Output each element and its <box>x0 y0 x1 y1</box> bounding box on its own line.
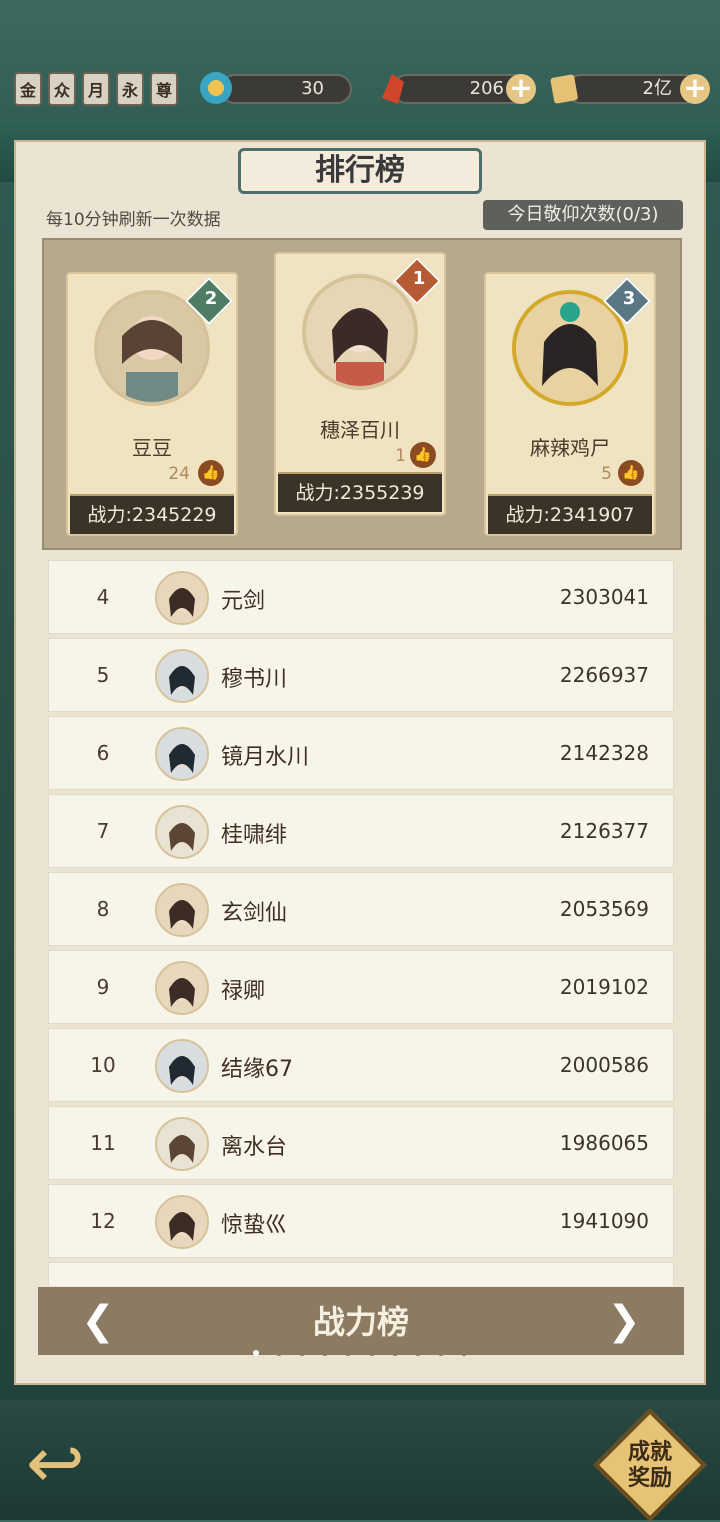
rank-number: 10 <box>90 1053 116 1077</box>
avatar <box>155 1039 209 1093</box>
power-value: 2000586 <box>559 1053 649 1077</box>
back-arrow-icon[interactable]: ↩ <box>26 1418 156 1508</box>
avatar <box>155 883 209 937</box>
like-icon[interactable]: 👍 <box>410 442 436 468</box>
table-row[interactable]: 10 结缘67 2000586 <box>48 1028 674 1102</box>
player-name: 桂啸绯 <box>221 823 288 848</box>
player-name: 元剑 <box>221 589 266 614</box>
avatar <box>155 1195 209 1249</box>
podium-card-first[interactable]: 1 穗泽百川 1 👍 战力:2355239 <box>274 252 446 516</box>
table-row[interactable]: 11 离水台 1986065 <box>48 1106 674 1180</box>
table-row[interactable]: 5 穆书川 2266937 <box>48 638 674 712</box>
resource-bar: 金 众 月 永 尊 30 206 + 2亿 + <box>0 62 720 116</box>
avatar <box>155 727 209 781</box>
rank-number: 12 <box>90 1209 116 1233</box>
power-value: 1986065 <box>559 1131 649 1155</box>
power-value: 2053569 <box>559 897 649 921</box>
badge-5[interactable]: 尊 <box>150 72 178 106</box>
table-row[interactable]: 7 桂啸绯 2126377 <box>48 794 674 868</box>
like-icon[interactable]: 👍 <box>618 460 644 486</box>
player-name: 穆书川 <box>221 667 288 692</box>
refresh-note: 每10分钟刷新一次数据 <box>46 210 221 230</box>
red-gem-icon <box>382 74 404 104</box>
table-row[interactable]: 12 惊蛰巛 1941090 <box>48 1184 674 1258</box>
chevron-right-icon[interactable]: ❯ <box>602 1299 646 1343</box>
power-value: 2266937 <box>559 663 649 687</box>
player-name: 玄剑仙 <box>221 901 288 926</box>
avatar <box>155 805 209 859</box>
power-value: 战力:2355239 <box>278 472 442 512</box>
badge-2[interactable]: 众 <box>48 72 76 106</box>
table-row[interactable]: 8 玄剑仙 2053569 <box>48 872 674 946</box>
rank-number: 3 <box>622 288 636 309</box>
rank-number: 9 <box>96 975 110 999</box>
page-dot[interactable] <box>391 1350 398 1356</box>
add-coin-button[interactable]: + <box>680 74 710 104</box>
achievement-reward-label[interactable]: 成就 奖励 <box>610 1440 690 1492</box>
table-row[interactable]: 4 元剑 2303041 <box>48 560 674 634</box>
power-value: 1941090 <box>559 1209 649 1233</box>
page-dot[interactable] <box>276 1350 283 1356</box>
resource-jade-value: 30 <box>220 74 352 104</box>
badge-1[interactable]: 金 <box>14 72 42 106</box>
player-name: 穗泽百川 <box>320 418 400 442</box>
avatar <box>155 961 209 1015</box>
worship-count: 今日敬仰次数(0/3) <box>483 200 683 230</box>
power-value: 2303041 <box>559 585 649 609</box>
add-gem-button[interactable]: + <box>506 74 536 104</box>
table-row[interactable]: 9 禄卿 2019102 <box>48 950 674 1024</box>
rank-number: 6 <box>96 741 110 765</box>
page-dot[interactable] <box>414 1350 421 1356</box>
like-icon[interactable]: 👍 <box>198 460 224 486</box>
power-value: 战力:2345229 <box>70 494 234 534</box>
table-row[interactable]: 6 镜月水川 2142328 <box>48 716 674 790</box>
rank-number: 4 <box>96 585 110 609</box>
rank-number: 2 <box>204 288 218 309</box>
power-value: 2142328 <box>559 741 649 765</box>
page-dot[interactable] <box>253 1350 260 1356</box>
page-title: 排行榜 <box>238 148 482 194</box>
board-title: 战力榜 <box>312 1303 409 1341</box>
page-indicator <box>0 1341 720 1360</box>
rank-number: 11 <box>90 1131 116 1155</box>
player-name: 禄卿 <box>221 979 266 1004</box>
avatar <box>302 274 418 390</box>
power-value: 战力:2341907 <box>488 494 652 534</box>
ticket-icon <box>550 74 578 104</box>
like-count: 24 <box>168 464 190 484</box>
power-value: 2126377 <box>559 819 649 843</box>
power-value: 2019102 <box>559 975 649 999</box>
avatar <box>155 1117 209 1171</box>
player-name: 镜月水川 <box>221 745 310 770</box>
rank-number: 8 <box>96 897 110 921</box>
page-dot[interactable] <box>299 1350 306 1356</box>
like-count: 5 <box>601 464 612 484</box>
ranking-list[interactable]: 4 元剑 2303041 5 穆书川 2266937 6 镜月水川 214232… <box>38 556 684 1286</box>
rank-number: 7 <box>96 819 110 843</box>
player-name: 豆豆 <box>132 436 172 460</box>
badge-3[interactable]: 月 <box>82 72 110 106</box>
avatar <box>155 649 209 703</box>
page-dot[interactable] <box>437 1350 444 1356</box>
page-dot[interactable] <box>345 1350 352 1356</box>
page-dot[interactable] <box>368 1350 375 1356</box>
jade-icon <box>200 72 232 104</box>
rank-number: 1 <box>412 268 426 289</box>
avatar <box>155 571 209 625</box>
podium-card-third[interactable]: 3 麻辣鸡尸 5 👍 战力:2341907 <box>484 272 656 536</box>
achievement-line-1: 成就 <box>627 1440 672 1465</box>
podium-card-second[interactable]: 2 豆豆 24 👍 战力:2345229 <box>66 272 238 536</box>
player-name: 结缘67 <box>221 1057 293 1082</box>
page-dot[interactable] <box>322 1350 329 1356</box>
achievement-line-2: 奖励 <box>627 1466 672 1491</box>
table-row-partial[interactable] <box>48 1262 674 1286</box>
like-count: 1 <box>395 446 406 466</box>
player-name: 麻辣鸡尸 <box>530 436 610 460</box>
page-dot[interactable] <box>460 1350 467 1356</box>
player-name: 离水台 <box>221 1135 288 1160</box>
rank-number: 5 <box>96 663 110 687</box>
badge-4[interactable]: 永 <box>116 72 144 106</box>
player-name: 惊蛰巛 <box>221 1213 288 1238</box>
podium: 2 豆豆 24 👍 战力:2345229 1 穗泽百川 1 👍 战力:23552… <box>42 238 682 550</box>
